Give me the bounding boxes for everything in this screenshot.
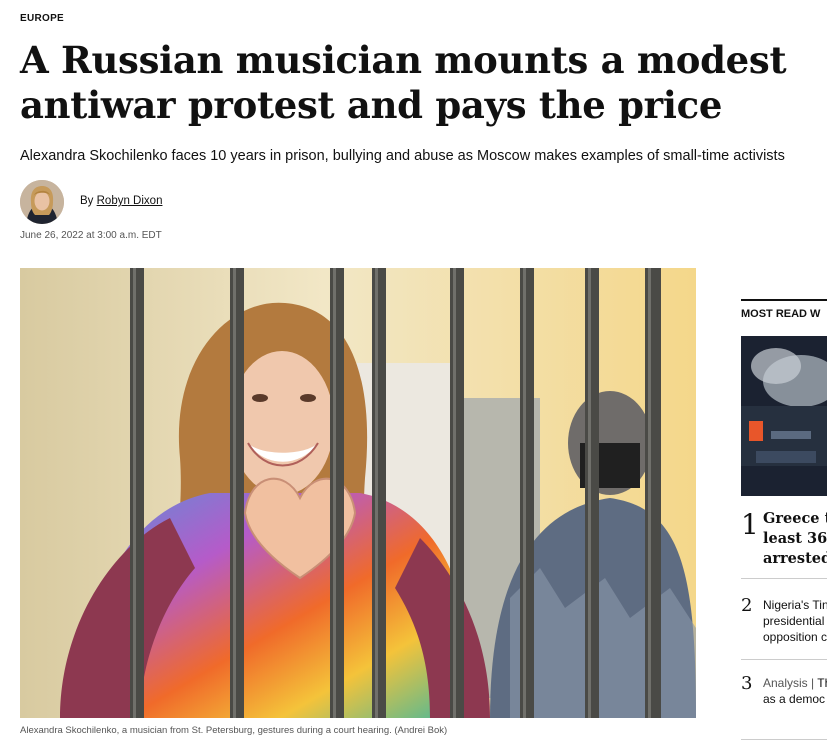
- author-link[interactable]: Robyn Dixon: [97, 195, 163, 207]
- author-avatar[interactable]: [20, 180, 64, 224]
- item-divider: [741, 659, 827, 660]
- label-separator: |: [811, 676, 815, 690]
- most-read-headline[interactable]: Nigeria's Tin presidential opposition c: [763, 597, 827, 645]
- headline-line-1: A Russian musician mounts a modest: [20, 38, 787, 82]
- item-divider: [741, 739, 827, 740]
- analysis-label: Analysis: [763, 676, 808, 690]
- rank-number: 2: [741, 595, 753, 616]
- most-read-rail: MOST READ W 1 Greece tr least 36; s arre…: [741, 299, 827, 753]
- byline: By Robyn Dixon: [80, 195, 162, 207]
- headline-line: presidential: [763, 614, 825, 628]
- photo-caption: Alexandra Skochilenko, a musician from S…: [20, 725, 448, 736]
- headline-line: Greece tr: [763, 510, 827, 527]
- headline-line: opposition c: [763, 630, 827, 644]
- headline-line: as a democ: [763, 692, 826, 706]
- item-divider: [741, 578, 827, 579]
- ship-fire-image: [741, 336, 827, 496]
- rail-divider: [741, 299, 827, 301]
- lead-photo[interactable]: [20, 268, 696, 718]
- byline-prefix: By: [80, 195, 94, 207]
- most-read-headline[interactable]: Analysis | Th as a democ: [763, 675, 827, 707]
- lead-photo-image: [20, 268, 696, 718]
- headline-line: least 36; s: [763, 530, 827, 547]
- author-photo: [20, 180, 64, 224]
- subheadline: Alexandra Skochilenko faces 10 years in …: [20, 148, 785, 164]
- headline-line-2: antiwar protest and pays the price: [20, 83, 723, 127]
- rank-number: 1: [741, 508, 759, 541]
- most-read-title: MOST READ W: [741, 308, 821, 320]
- headline-line: arrested: [763, 550, 827, 567]
- most-read-headline[interactable]: Greece tr least 36; s arrested: [763, 509, 827, 569]
- headline-text: Th: [817, 676, 827, 690]
- rank-number: 3: [741, 673, 753, 694]
- section-label[interactable]: EUROPE: [20, 13, 64, 24]
- headline: A Russian musician mounts a modest antiw…: [20, 38, 810, 128]
- headline-line: Analysis | Th: [763, 675, 827, 691]
- headline-line: Nigeria's Tin: [763, 598, 827, 612]
- publish-date: June 26, 2022 at 3:00 a.m. EDT: [20, 230, 162, 241]
- most-read-thumbnail[interactable]: [741, 336, 827, 496]
